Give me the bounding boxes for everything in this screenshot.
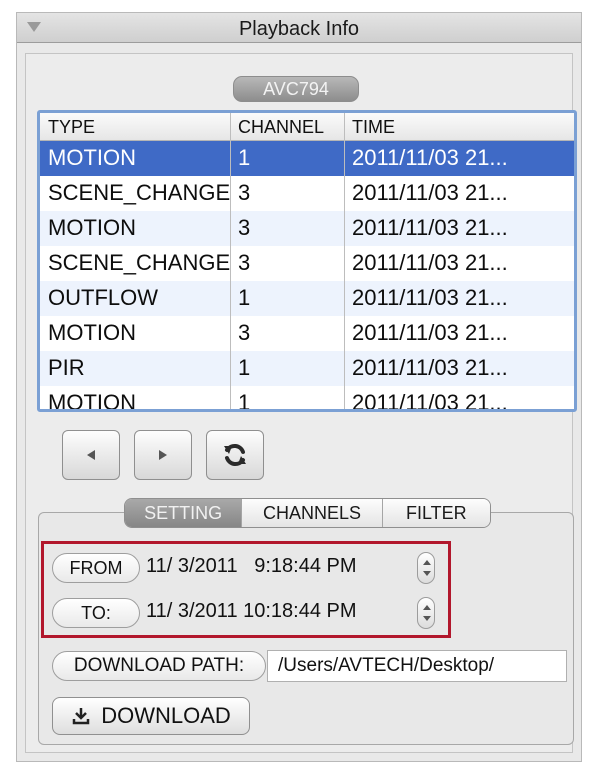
download-button-label: DOWNLOAD: [101, 703, 231, 728]
tab-filter[interactable]: FILTER: [382, 499, 490, 527]
settings-tabs: SETTING CHANNELS FILTER: [124, 498, 491, 528]
previous-button[interactable]: [62, 430, 120, 480]
table-row[interactable]: MOTION 3 2011/11/03 21...: [40, 316, 574, 351]
table-row[interactable]: MOTION 3 2011/11/03 21...: [40, 211, 574, 246]
table-row[interactable]: MOTION 1 2011/11/03 21...: [40, 141, 574, 176]
from-datetime-field[interactable]: 11/ 3/2011 9:18:44 PM: [146, 555, 357, 578]
cell-time: 2011/11/03 21...: [352, 390, 508, 412]
cell-time: 2011/11/03 21...: [352, 320, 508, 345]
column-header-time[interactable]: TIME: [352, 117, 395, 138]
event-table: TYPE CHANNEL TIME MOTION 1 2011/11/03 21…: [37, 110, 577, 412]
stepper-down-icon[interactable]: [423, 616, 431, 621]
cell-time: 2011/11/03 21...: [352, 285, 508, 310]
cell-time: 2011/11/03 21...: [352, 250, 508, 275]
table-row[interactable]: PIR 1 2011/11/03 21...: [40, 351, 574, 386]
table-row[interactable]: OUTFLOW 1 2011/11/03 21...: [40, 281, 574, 316]
cell-type: SCENE_CHANGE: [48, 250, 231, 275]
cell-time: 2011/11/03 21...: [352, 355, 508, 380]
stepper-up-icon[interactable]: [423, 560, 431, 565]
cell-type: MOTION: [48, 390, 136, 412]
cell-type: PIR: [48, 355, 85, 380]
stepper-up-icon[interactable]: [423, 605, 431, 610]
cell-channel: 3: [238, 180, 251, 205]
cell-channel: 1: [238, 285, 251, 310]
download-icon: [72, 708, 90, 725]
cell-type: MOTION: [48, 320, 136, 345]
cell-type: SCENE_CHANGE: [48, 180, 231, 205]
download-button[interactable]: DOWNLOAD: [52, 697, 250, 735]
cell-type: MOTION: [48, 215, 136, 240]
cell-channel: 1: [238, 145, 251, 170]
next-button[interactable]: [134, 430, 192, 480]
column-divider[interactable]: [230, 113, 231, 409]
cell-channel: 1: [238, 355, 251, 380]
download-path-input[interactable]: /Users/AVTECH/Desktop/: [267, 650, 567, 682]
cell-channel: 1: [238, 390, 251, 412]
column-divider[interactable]: [344, 113, 345, 409]
table-row[interactable]: SCENE_CHANGE 3 2011/11/03 21...: [40, 176, 574, 211]
cell-channel: 3: [238, 250, 251, 275]
stepper-down-icon[interactable]: [423, 571, 431, 576]
tab-setting[interactable]: SETTING: [125, 499, 243, 527]
table-header: TYPE CHANNEL TIME: [40, 113, 574, 141]
from-label: FROM: [52, 553, 140, 583]
panel-titlebar[interactable]: Playback Info: [17, 13, 581, 43]
column-header-channel[interactable]: CHANNEL: [238, 117, 324, 138]
cell-type: OUTFLOW: [48, 285, 158, 310]
cell-channel: 3: [238, 215, 251, 240]
refresh-button[interactable]: [206, 430, 264, 480]
to-label: TO:: [52, 598, 140, 628]
to-stepper[interactable]: [417, 597, 435, 629]
to-datetime-field[interactable]: 11/ 3/2011 10:18:44 PM: [146, 600, 357, 623]
table-row[interactable]: MOTION 1 2011/11/03 21...: [40, 386, 574, 412]
from-stepper[interactable]: [417, 552, 435, 584]
panel-title: Playback Info: [238, 18, 360, 40]
cell-time: 2011/11/03 21...: [352, 180, 508, 205]
cell-type: MOTION: [48, 145, 136, 170]
cell-channel: 3: [238, 320, 251, 345]
column-header-type[interactable]: TYPE: [48, 117, 95, 138]
refresh-icon: [224, 444, 246, 466]
device-selector-button[interactable]: AVC794: [233, 76, 359, 102]
table-row[interactable]: SCENE_CHANGE 3 2011/11/03 21...: [40, 246, 574, 281]
cell-time: 2011/11/03 21...: [352, 145, 508, 170]
tab-channels[interactable]: CHANNELS: [242, 499, 383, 527]
cell-time: 2011/11/03 21...: [352, 215, 508, 240]
right-arrow-icon: [159, 450, 167, 460]
download-path-label: DOWNLOAD PATH:: [52, 651, 266, 681]
left-arrow-icon: [87, 450, 95, 460]
